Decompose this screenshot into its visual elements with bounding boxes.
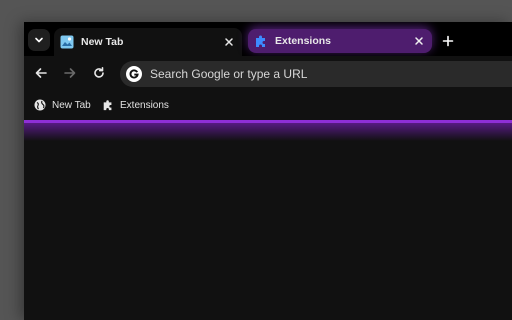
close-icon[interactable]: [222, 35, 236, 49]
bookmark-new-tab[interactable]: New Tab: [34, 97, 91, 113]
toolbar: [24, 56, 512, 90]
arrow-right-icon: [64, 68, 76, 78]
forward-button[interactable]: [61, 64, 79, 82]
address-input[interactable]: [150, 67, 490, 81]
puzzle-icon: [102, 99, 114, 111]
tab-strip: New Tab Extensions: [24, 22, 512, 56]
reload-icon: [94, 67, 104, 78]
tab-new-tab[interactable]: New Tab: [54, 28, 242, 56]
tab-search-button[interactable]: [28, 29, 50, 51]
new-tab-favicon-icon: [60, 35, 74, 49]
omnibox[interactable]: [120, 61, 512, 87]
bookmark-label: Extensions: [120, 99, 169, 111]
page-content: [24, 120, 512, 320]
google-icon: [125, 65, 143, 83]
globe-icon: [34, 99, 46, 111]
accent-glow: [24, 123, 512, 141]
puzzle-icon: [254, 34, 268, 48]
tab-title: Extensions: [275, 35, 332, 47]
tab-extensions[interactable]: Extensions: [248, 29, 432, 53]
bookmark-extensions[interactable]: Extensions: [102, 97, 169, 113]
arrow-left-icon: [35, 68, 47, 78]
plus-icon: [442, 35, 454, 47]
close-icon[interactable]: [412, 34, 426, 48]
browser-window: New Tab Extensions Search Google or type…: [24, 22, 512, 320]
bookmarks-bar: New Tab Extensions: [24, 90, 512, 120]
reload-button[interactable]: [90, 64, 108, 82]
new-tab-button[interactable]: [438, 31, 458, 51]
tab-title: New Tab: [81, 36, 124, 48]
bookmark-label: New Tab: [52, 99, 91, 111]
back-button[interactable]: [32, 64, 50, 82]
chevron-down-icon: [35, 37, 43, 43]
